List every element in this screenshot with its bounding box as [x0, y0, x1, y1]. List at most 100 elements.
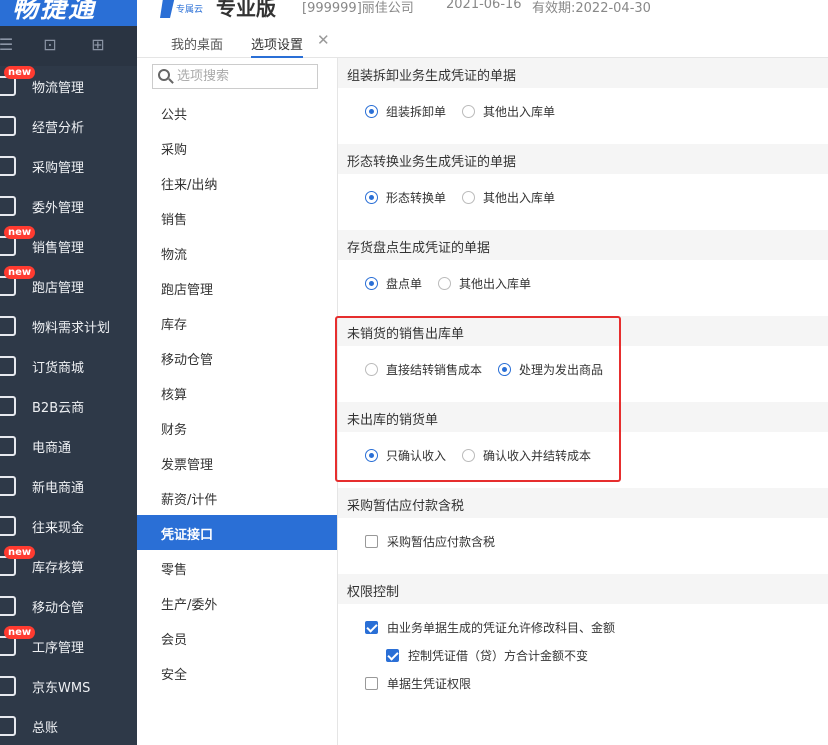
category-item[interactable]: 核算	[137, 375, 337, 410]
category-item[interactable]: 凭证接口	[137, 515, 337, 550]
document-search-icon[interactable]: ⊡	[40, 35, 60, 55]
radio-label: 处理为发出商品	[519, 363, 604, 377]
validity-date: 有效期:2022-04-30	[532, 1, 651, 16]
radio-checked[interactable]	[365, 191, 378, 204]
radio-unchecked[interactable]	[462, 449, 475, 462]
module-icon	[0, 196, 16, 216]
options-search-input[interactable]	[177, 67, 313, 86]
category-item[interactable]: 生产/委外	[137, 585, 337, 620]
category-item[interactable]: 物流	[137, 235, 337, 270]
checkbox-label: 采购暂估应付款含税	[387, 535, 496, 549]
radio-goods-issued[interactable]: 处理为发出商品	[498, 361, 603, 379]
section-title: 存货盘点生成凭证的单据	[347, 241, 491, 256]
product-edition: 专业版	[216, 0, 276, 20]
radio-assembly-doc[interactable]: 组装拆卸单	[365, 103, 446, 121]
sidebar-item[interactable]: 电商通	[0, 426, 137, 466]
tab-options-settings[interactable]: 选项设置	[251, 34, 304, 58]
add-window-icon[interactable]: ⊞	[88, 35, 108, 55]
sidebar-item[interactable]: 物流管理 new	[0, 66, 137, 106]
category-label: 销售	[161, 213, 188, 228]
category-item[interactable]: 往来/出纳	[137, 165, 337, 200]
sidebar-item[interactable]: 销售管理 new	[0, 226, 137, 266]
product-logo-icon	[160, 0, 175, 18]
radio-confirm-revenue-only[interactable]: 只确认收入	[365, 447, 446, 465]
sidebar-item-label: 总账	[32, 721, 59, 736]
menu-icon[interactable]: ☰	[0, 35, 16, 55]
category-label: 会员	[161, 633, 188, 648]
sidebar-item[interactable]: 委外管理	[0, 186, 137, 226]
tab-my-desktop[interactable]: 我的桌面	[171, 34, 223, 58]
category-item[interactable]: 采购	[137, 130, 337, 165]
sidebar-item[interactable]: B2B云商	[0, 386, 137, 426]
category-item[interactable]: 零售	[137, 550, 337, 585]
sidebar-item[interactable]: 采购管理	[0, 146, 137, 186]
checkbox-purchase-estimate-tax[interactable]: 采购暂估应付款含税	[365, 533, 495, 551]
options-search-box[interactable]	[152, 64, 318, 89]
category-item[interactable]: 公共	[137, 95, 337, 130]
category-label: 采购	[161, 143, 188, 158]
module-icon	[0, 316, 16, 336]
sidebar-item[interactable]: 往来现金	[0, 506, 137, 546]
radio-unchecked[interactable]	[365, 363, 378, 376]
category-item[interactable]: 库存	[137, 305, 337, 340]
radio-unchecked[interactable]	[438, 277, 451, 290]
close-tab-icon[interactable]: ✕	[317, 31, 330, 55]
radio-checked[interactable]	[365, 277, 378, 290]
sidebar-item[interactable]: 跑店管理 new	[0, 266, 137, 306]
radio-other-io-doc-2[interactable]: 其他出入库单	[462, 189, 555, 207]
checkbox-keep-total-unchanged[interactable]: 控制凭证借（贷）方合计金额不变	[386, 647, 588, 665]
checkbox-doc-voucher-permission[interactable]: 单据生凭证权限	[365, 675, 471, 693]
radio-unchecked[interactable]	[462, 105, 475, 118]
sidebar-item[interactable]: 工序管理 new	[0, 626, 137, 666]
module-icon	[0, 556, 16, 576]
radio-unchecked[interactable]	[462, 191, 475, 204]
category-label: 往来/出纳	[161, 178, 218, 193]
checkbox-checked[interactable]	[365, 621, 378, 634]
brand-name: 畅捷通	[12, 0, 97, 24]
module-icon	[0, 156, 16, 176]
radio-checked[interactable]	[365, 449, 378, 462]
section-title: 组装拆卸业务生成凭证的单据	[347, 69, 517, 84]
sidebar-item[interactable]: 移动仓管	[0, 586, 137, 626]
category-label: 零售	[161, 563, 188, 578]
radio-other-io-doc-3[interactable]: 其他出入库单	[438, 275, 531, 293]
section-purchase-estimate-tax: 采购暂估应付款含税	[338, 488, 828, 518]
radio-stocktake-doc[interactable]: 盘点单	[365, 275, 422, 293]
tab-bar: 我的桌面 选项设置 ✕	[137, 26, 828, 58]
category-item[interactable]: 安全	[137, 655, 337, 690]
category-label: 生产/委外	[161, 598, 218, 613]
sidebar-item[interactable]: 订货商城	[0, 346, 137, 386]
sidebar-item-label: 经营分析	[32, 121, 85, 136]
category-item[interactable]: 发票管理	[137, 445, 337, 480]
radio-label: 其他出入库单	[483, 191, 556, 205]
module-icon	[0, 516, 16, 536]
new-badge: new	[4, 626, 36, 639]
sidebar-item[interactable]: 京东WMS	[0, 666, 137, 706]
radio-confirm-revenue-and-cost[interactable]: 确认收入并结转成本	[462, 447, 591, 465]
radio-checked[interactable]	[498, 363, 511, 376]
checkbox-allow-voucher-modify[interactable]: 由业务单据生成的凭证允许修改科目、金额	[365, 619, 615, 637]
sidebar-item[interactable]: 物料需求计划	[0, 306, 137, 346]
category-item[interactable]: 薪资/计件	[137, 480, 337, 515]
checkbox-unchecked[interactable]	[365, 677, 378, 690]
sidebar-item[interactable]: 经营分析	[0, 106, 137, 146]
radio-checked[interactable]	[365, 105, 378, 118]
radio-label: 形态转换单	[386, 191, 447, 205]
sidebar-item[interactable]: 库存核算 new	[0, 546, 137, 586]
company-name[interactable]: [999999]丽佳公司	[302, 0, 414, 16]
search-icon-handle	[168, 78, 174, 84]
checkbox-unchecked[interactable]	[365, 535, 378, 548]
sidebar-item[interactable]: 新电商通	[0, 466, 137, 506]
category-item[interactable]: 销售	[137, 200, 337, 235]
category-label: 物流	[161, 248, 188, 263]
checkbox-checked[interactable]	[386, 649, 399, 662]
radio-form-conversion-doc[interactable]: 形态转换单	[365, 189, 446, 207]
category-item[interactable]: 财务	[137, 410, 337, 445]
sidebar-item[interactable]: 总账	[0, 706, 137, 745]
radio-other-io-doc-1[interactable]: 其他出入库单	[462, 103, 555, 121]
radio-direct-cost-transfer[interactable]: 直接结转销售成本	[365, 361, 482, 379]
category-item[interactable]: 移动仓管	[137, 340, 337, 375]
product-subtitle: 专属云	[176, 5, 204, 15]
category-item[interactable]: 跑店管理	[137, 270, 337, 305]
category-item[interactable]: 会员	[137, 620, 337, 655]
